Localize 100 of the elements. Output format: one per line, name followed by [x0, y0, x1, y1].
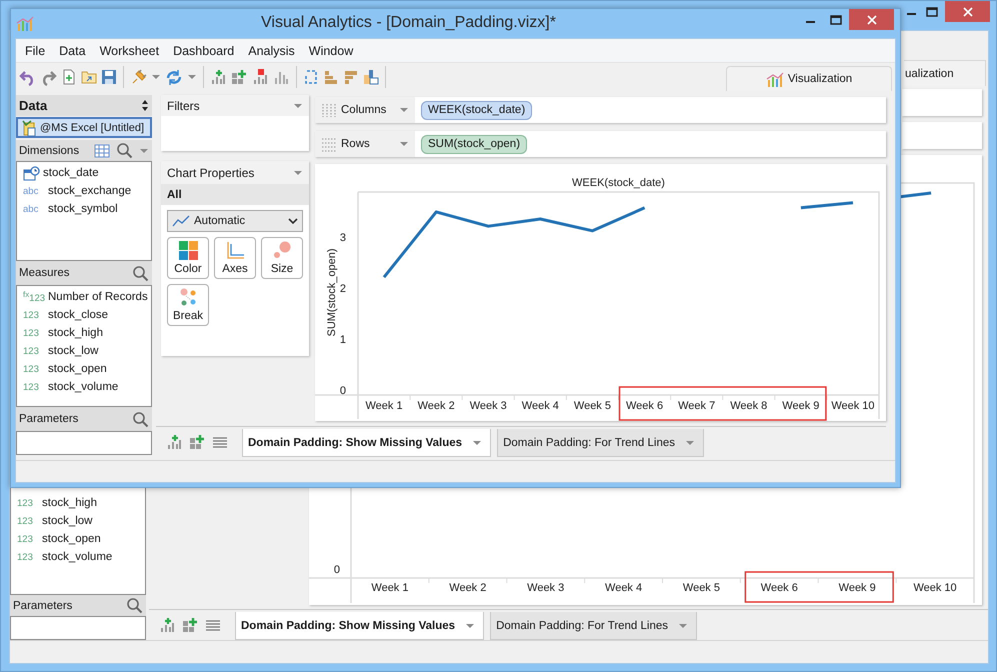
sheet-tab[interactable]: Domain Padding: For Trend Lines: [497, 429, 704, 457]
menu-item[interactable]: Analysis: [241, 44, 302, 58]
chevron-icon: [288, 217, 298, 225]
field-item[interactable]: 123 stock_low: [11, 512, 145, 530]
field-item[interactable]: $^{fx}$123 Number of Records: [17, 288, 151, 306]
search-icon[interactable]: [132, 264, 149, 282]
property-button[interactable]: Color: [167, 237, 209, 279]
close-icon: [962, 6, 972, 16]
sheet-tab[interactable]: Domain Padding: For Trend Lines: [490, 612, 698, 640]
add-dashboard-icon[interactable]: [189, 434, 206, 450]
view-tab[interactable]: Visualization: [726, 66, 892, 91]
bar-chart-icon[interactable]: [273, 69, 290, 85]
close-button[interactable]: [849, 9, 894, 30]
add-sheet-icon[interactable]: [166, 434, 183, 450]
y-tick-label: 2: [340, 282, 346, 295]
table-icon[interactable]: [94, 142, 110, 158]
x-tick-label: Week 3: [527, 582, 564, 594]
y-tick-label: 3: [340, 232, 346, 244]
maximize-icon: [830, 14, 842, 24]
redo-icon[interactable]: [40, 68, 57, 86]
property-button[interactable]: Break: [167, 284, 209, 326]
field-item[interactable]: 123 stock_close: [17, 306, 151, 324]
sheet-tab[interactable]: Domain Padding: Show Missing Values: [242, 429, 492, 457]
add-sheet-icon[interactable]: [159, 617, 176, 633]
search-icon[interactable]: [132, 410, 149, 428]
refresh-icon[interactable]: [165, 68, 183, 86]
menu-item[interactable]: Window: [302, 44, 360, 58]
type-label: 123: [23, 328, 40, 338]
scatter-dots-icon: [178, 288, 198, 307]
field-pill[interactable]: SUM(stock_open): [421, 134, 528, 154]
view-tab[interactable]: ualization: [904, 60, 986, 86]
x-tick-label: Week 7: [678, 400, 716, 412]
panel-header: Measures: [19, 267, 70, 279]
field-item[interactable]: 123 stock_high: [17, 324, 151, 342]
new-file-icon[interactable]: [61, 69, 77, 85]
search-icon[interactable]: [126, 597, 143, 614]
dropdown-caret-icon: [685, 438, 696, 446]
sort-arrows-icon[interactable]: [141, 99, 149, 112]
field-item[interactable]: 123 stock_open: [11, 530, 145, 548]
field-item[interactable]: abc stock_symbol: [17, 200, 151, 218]
menu-item[interactable]: File: [18, 44, 52, 58]
sheet-tab[interactable]: Domain Padding: Show Missing Values: [235, 612, 484, 640]
menu-item[interactable]: Data: [52, 44, 93, 58]
app-logo-icon: [16, 15, 34, 32]
card-title: Chart Properties: [167, 166, 254, 180]
circles-icon: [272, 241, 292, 260]
x-tick-label: Week 2: [418, 400, 455, 412]
lasso-icon[interactable]: [303, 69, 319, 85]
menu-item[interactable]: Dashboard: [166, 44, 242, 58]
close-icon: [866, 14, 876, 24]
x-tick-label: Week 9: [782, 400, 820, 412]
rows-icon: [321, 136, 337, 152]
y-tick-label: 1: [340, 334, 346, 346]
color-grid-icon: [178, 241, 198, 260]
add-dashboard-icon[interactable]: [182, 617, 199, 633]
dropdown-caret-icon: [472, 438, 482, 446]
type-label: $^{fx}$123: [23, 290, 45, 304]
field-item[interactable]: 123 stock_high: [11, 494, 145, 512]
caret-icon: [187, 73, 197, 81]
field-item[interactable]: abc stock_exchange: [17, 182, 151, 200]
database-icon: [21, 120, 37, 136]
search-icon[interactable]: [116, 142, 133, 159]
type-label: 123: [17, 498, 34, 508]
undo-icon[interactable]: [19, 68, 36, 86]
sort-ascending-icon[interactable]: [323, 69, 339, 85]
x-tick-label: Week 5: [682, 582, 720, 594]
field-item[interactable]: 123 stock_open: [17, 360, 151, 378]
scope-label: All: [161, 184, 309, 205]
panel-header: Dimensions: [19, 144, 80, 156]
type-label: abc: [23, 186, 40, 196]
add-dashboard-icon[interactable]: [231, 69, 248, 85]
folder-icon[interactable]: [81, 69, 97, 85]
caret-icon: [151, 73, 161, 81]
field-item[interactable]: 123 stock_low: [17, 342, 151, 360]
type-label: 123: [23, 310, 40, 320]
save-icon[interactable]: [101, 69, 117, 85]
property-button[interactable]: Axes: [214, 237, 256, 279]
columns-icon: [321, 102, 337, 118]
x-tick-label: Week 1: [371, 582, 408, 594]
field-item[interactable]: stock_date: [17, 164, 151, 182]
x-tick-label: Week 5: [574, 400, 611, 412]
property-button[interactable]: Size: [261, 237, 303, 279]
type-label: 123: [23, 346, 40, 356]
data-source-item[interactable]: @MS Excel [Untitled]: [16, 117, 152, 138]
dropdown-caret-icon: [678, 622, 688, 630]
calendar-icon: [23, 166, 40, 180]
add-sheet-icon[interactable]: [210, 69, 227, 85]
field-item[interactable]: 123 stock_volume: [17, 378, 151, 396]
field-item[interactable]: 123 stock_volume: [11, 548, 145, 566]
panel-header: Data: [19, 98, 48, 113]
axes-icon: [226, 241, 244, 260]
fit-icon[interactable]: [363, 69, 379, 85]
plug-icon[interactable]: [130, 69, 147, 85]
sort-descending-icon[interactable]: [343, 69, 359, 85]
close-button[interactable]: [945, 1, 990, 22]
field-pill[interactable]: WEEK(stock_date): [421, 100, 532, 120]
type-label: abc: [23, 204, 40, 214]
menu-item[interactable]: Worksheet: [92, 44, 166, 58]
delete-sheet-icon[interactable]: [252, 69, 269, 85]
mark-type-dropdown[interactable]: Automatic: [167, 210, 303, 232]
